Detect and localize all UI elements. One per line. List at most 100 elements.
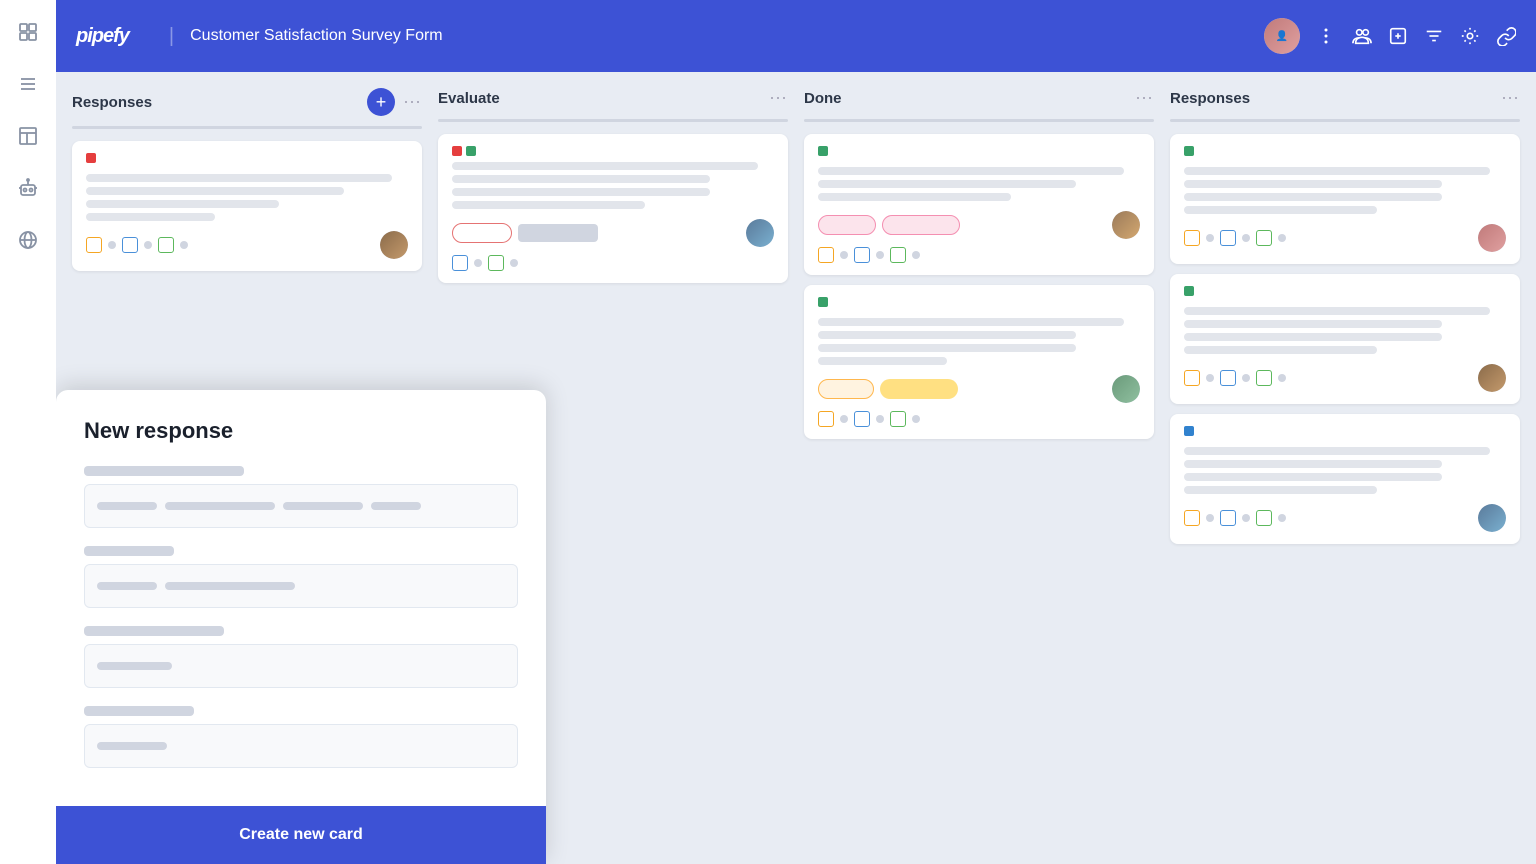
card[interactable]: [804, 285, 1154, 439]
sidebar-item-bot[interactable]: [12, 172, 44, 204]
card[interactable]: [72, 141, 422, 271]
card-line: [1184, 333, 1442, 341]
form-label-1: [84, 466, 244, 476]
card-icons: [86, 237, 188, 253]
column-menu-responses-2[interactable]: ⋯: [1501, 88, 1520, 109]
add-card-button-responses-1[interactable]: +: [367, 88, 395, 116]
logo: pipefy: [76, 25, 129, 48]
card-badge-orange: [818, 379, 874, 399]
card-badges: [818, 379, 958, 399]
card-icon: [1256, 510, 1272, 526]
input-placeholder-1: [97, 502, 421, 510]
card[interactable]: [804, 134, 1154, 275]
card-indicators: [452, 146, 774, 156]
card-icon: [1184, 230, 1200, 246]
card-avatar: [1478, 504, 1506, 532]
board-area: Responses + ⋯: [56, 72, 1536, 864]
card-line: [818, 331, 1076, 339]
user-avatar[interactable]: 👤: [1264, 18, 1300, 54]
card-indicator: [1184, 426, 1194, 436]
card-icon: [1220, 510, 1236, 526]
column-line-responses-1: [72, 126, 422, 129]
card-check-icon: [158, 237, 174, 253]
avatar-face: [380, 231, 408, 259]
card-dot: [876, 251, 884, 259]
form-input-2[interactable]: [84, 564, 518, 608]
column-done: Done ⋯: [804, 88, 1154, 848]
ph-block: [371, 502, 421, 510]
avatar-face: [1478, 364, 1506, 392]
card[interactable]: [1170, 414, 1520, 544]
header: pipefy | Customer Satisfaction Survey Fo…: [56, 0, 1536, 72]
card-icon: [1220, 370, 1236, 386]
card-dot: [144, 241, 152, 249]
card-dot: [1278, 374, 1286, 382]
create-new-card-button[interactable]: Create new card: [239, 826, 363, 844]
sidebar-item-globe[interactable]: [12, 224, 44, 256]
main-content: pipefy | Customer Satisfaction Survey Fo…: [56, 0, 1536, 864]
card-tag-icon: [86, 237, 102, 253]
card-dot: [1242, 374, 1250, 382]
card-line: [818, 344, 1076, 352]
column-line-done: [804, 119, 1154, 122]
card-line: [1184, 193, 1442, 201]
filter-icon[interactable]: [1424, 26, 1444, 46]
column-menu-responses-1[interactable]: ⋯: [403, 92, 422, 113]
card-avatar: [1478, 364, 1506, 392]
avatar-face: [1112, 375, 1140, 403]
modal-footer: Create new card: [56, 806, 546, 864]
card[interactable]: [1170, 274, 1520, 404]
card-icons: [1184, 230, 1286, 246]
column-header-done: Done ⋯: [804, 88, 1154, 109]
ph-block: [97, 582, 157, 590]
card-badge-orange-filled: [880, 379, 958, 399]
export-icon[interactable]: [1388, 26, 1408, 46]
card-avatar: [1478, 224, 1506, 252]
card-dot: [180, 241, 188, 249]
ph-block: [165, 582, 295, 590]
card-dot: [1242, 234, 1250, 242]
form-input-4[interactable]: [84, 724, 518, 768]
column-cards-responses-1: [72, 141, 422, 271]
sidebar-item-table[interactable]: [12, 120, 44, 152]
form-label-2: [84, 546, 174, 556]
card[interactable]: [1170, 134, 1520, 264]
card-footer: [452, 219, 774, 247]
avatar-face: [1112, 211, 1140, 239]
column-header-evaluate: Evaluate ⋯: [438, 88, 788, 109]
card-icons: [1184, 370, 1286, 386]
card-indicator: [818, 146, 828, 156]
card-dot: [912, 415, 920, 423]
card-badge-pink2: [882, 215, 960, 235]
form-input-3[interactable]: [84, 644, 518, 688]
card[interactable]: [438, 134, 788, 283]
card-icon: [890, 411, 906, 427]
column-line-responses-2: [1170, 119, 1520, 122]
more-options-icon[interactable]: [1316, 26, 1336, 46]
column-title-evaluate: Evaluate: [438, 90, 761, 107]
card-icon: [854, 247, 870, 263]
avatar-face: [1478, 504, 1506, 532]
column-menu-done[interactable]: ⋯: [1135, 88, 1154, 109]
sidebar-item-grid[interactable]: [12, 16, 44, 48]
form-input-1[interactable]: [84, 484, 518, 528]
card-indicator-red: [452, 146, 462, 156]
card-badge-pink: [818, 215, 876, 235]
card-icons-row: [818, 247, 1140, 263]
people-icon[interactable]: [1352, 26, 1372, 46]
card-indicator: [86, 153, 96, 163]
card-dot: [108, 241, 116, 249]
card-line: [86, 174, 392, 182]
card-line: [1184, 447, 1490, 455]
link-icon[interactable]: [1496, 26, 1516, 46]
sidebar-item-list[interactable]: [12, 68, 44, 100]
settings-icon[interactable]: [1460, 26, 1480, 46]
form-label-4: [84, 706, 194, 716]
card-line: [86, 200, 279, 208]
card-icon: [1184, 510, 1200, 526]
card-footer: [1184, 504, 1506, 532]
card-icon: [1220, 230, 1236, 246]
card-icon: [1256, 230, 1272, 246]
card-line: [1184, 167, 1490, 175]
column-menu-evaluate[interactable]: ⋯: [769, 88, 788, 109]
